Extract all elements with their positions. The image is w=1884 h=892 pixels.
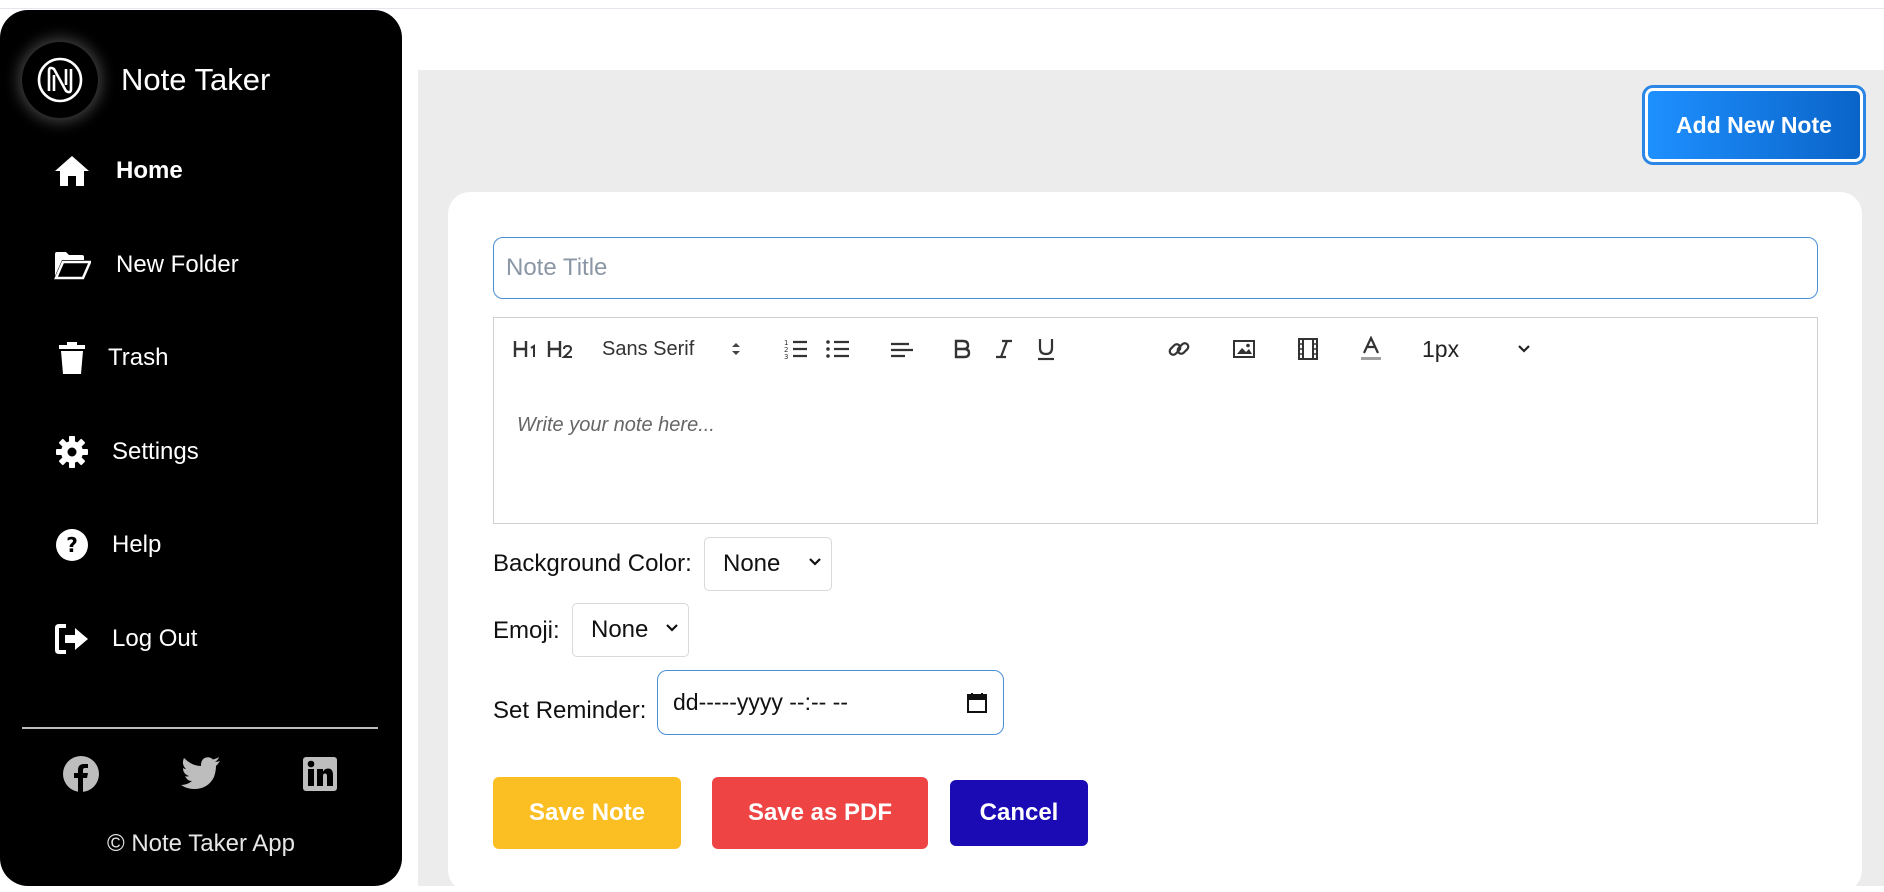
cancel-button[interactable]: Cancel: [950, 780, 1088, 846]
underline-button[interactable]: [1034, 330, 1058, 368]
save-note-button[interactable]: Save Note: [493, 777, 681, 849]
app-name: Note Taker: [121, 62, 271, 97]
linkedin-icon[interactable]: [300, 754, 340, 794]
editor-toolbar: Sans Serif 123 1px: [493, 317, 1818, 381]
question-circle-icon: ?: [52, 525, 92, 565]
note-body-editor[interactable]: Write your note here...: [493, 380, 1818, 524]
svg-text:3: 3: [784, 353, 788, 360]
twitter-icon[interactable]: [181, 754, 221, 794]
emoji-label: Emoji:: [493, 617, 560, 644]
size-picker[interactable]: 1px: [1422, 330, 1532, 368]
video-icon: [1298, 338, 1318, 360]
bullet-list-button[interactable]: [824, 330, 852, 368]
sidebar-item-label: Log Out: [112, 625, 198, 652]
sidebar-item-label: Help: [112, 531, 162, 558]
background-color-value: None: [723, 550, 781, 577]
ordered-list-icon: 123: [784, 339, 807, 360]
font-family-picker[interactable]: Sans Serif: [602, 330, 742, 368]
sidebar-item-label: Trash: [108, 344, 169, 371]
ordered-list-button[interactable]: 123: [782, 330, 810, 368]
bold-button[interactable]: [950, 330, 974, 368]
image-button[interactable]: [1231, 330, 1257, 368]
sidebar-item-help[interactable]: ? Help: [52, 523, 161, 567]
updown-chevron-icon: [732, 343, 740, 355]
chevron-down-icon: [1518, 345, 1530, 353]
heading-1-icon: [513, 341, 535, 357]
text-color-icon: [1361, 336, 1381, 360]
underline-icon: [1038, 339, 1054, 361]
gear-icon: [52, 432, 92, 472]
calendar-icon[interactable]: [966, 692, 988, 714]
sidebar-item-trash[interactable]: Trash: [52, 336, 168, 380]
sidebar-item-label: Home: [116, 157, 183, 184]
copyright-text: © Note Taker App: [106, 830, 295, 857]
reminder-datetime-input[interactable]: dd-----yyyy --:-- --: [657, 670, 1004, 735]
size-value: 1px: [1422, 335, 1460, 362]
text-color-button[interactable]: [1358, 330, 1384, 368]
reminder-value: dd-----yyyy --:-- --: [673, 689, 849, 715]
font-family-value: Sans Serif: [602, 337, 695, 360]
folder-open-icon: [52, 245, 92, 285]
align-left-icon: [891, 342, 913, 358]
sidebar-item-home[interactable]: Home: [52, 149, 183, 193]
link-icon: [1168, 342, 1190, 356]
image-icon: [1233, 340, 1255, 358]
bullet-list-icon: [826, 340, 849, 358]
sidebar-item-label: New Folder: [116, 251, 239, 278]
heading-2-button[interactable]: [546, 330, 576, 368]
link-button[interactable]: [1166, 330, 1192, 368]
sidebar-item-settings[interactable]: Settings: [52, 430, 199, 474]
facebook-icon[interactable]: [61, 754, 101, 794]
note-body-placeholder: Write your note here...: [517, 414, 715, 436]
emoji-select[interactable]: None: [572, 603, 689, 657]
heading-2-icon: [547, 341, 573, 358]
home-icon: [52, 151, 92, 191]
add-new-note-button[interactable]: Add New Note: [1642, 85, 1866, 165]
sidebar: Note Taker Home New Folder Trash Setting…: [0, 10, 402, 886]
italic-icon: [996, 339, 1012, 359]
top-divider: [0, 8, 1884, 9]
set-reminder-label: Set Reminder:: [493, 697, 647, 724]
chevron-down-icon: [666, 624, 678, 632]
sidebar-item-label: Settings: [112, 438, 199, 465]
trash-icon: [52, 338, 92, 378]
svg-text:?: ?: [66, 533, 78, 557]
app-logo[interactable]: [22, 42, 98, 118]
emoji-value: None: [591, 616, 649, 643]
video-button[interactable]: [1295, 330, 1321, 368]
sidebar-divider: [22, 727, 378, 729]
background-color-label: Background Color:: [493, 550, 692, 577]
save-as-pdf-button[interactable]: Save as PDF: [712, 777, 928, 849]
background-color-select[interactable]: None: [704, 537, 832, 591]
sidebar-item-new-folder[interactable]: New Folder: [52, 243, 239, 287]
logout-icon: [52, 619, 92, 659]
align-button[interactable]: [888, 330, 916, 368]
note-title-input[interactable]: [493, 237, 1818, 299]
n-logo-icon: [37, 57, 83, 103]
heading-1-button[interactable]: [512, 330, 540, 368]
italic-button[interactable]: [992, 330, 1016, 368]
bold-icon: [954, 339, 971, 359]
sidebar-item-logout[interactable]: Log Out: [52, 617, 197, 661]
chevron-down-icon: [809, 558, 821, 566]
